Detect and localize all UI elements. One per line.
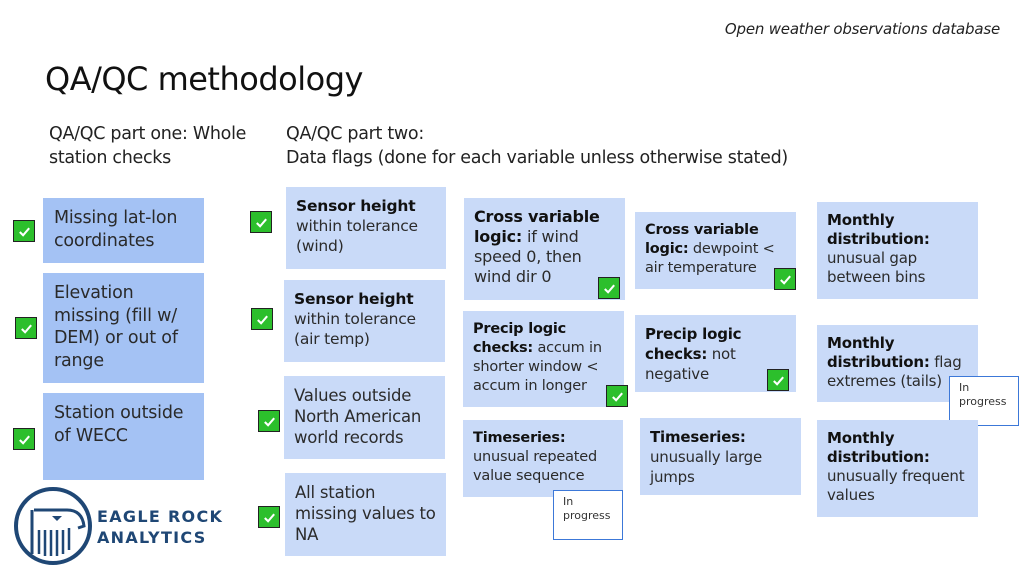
page-title: QA/QC methodology [45,60,363,98]
flag-card-world-records: Values outside North American world reco… [284,376,445,459]
check-icon [767,369,789,391]
flag-card-precip-window: Precip logic checks: accum in shorter wi… [463,311,624,407]
company-name: EAGLE ROCK ANALYTICS [97,506,223,548]
card-bold: Monthly distribution: [827,334,930,371]
logo-line1: EAGLE ROCK [97,507,224,526]
part-one-heading: QA/QC part one: Whole station checks [49,124,247,168]
check-icon [606,385,628,407]
card-bold: Timeseries: [650,428,746,446]
check-icon [258,410,280,432]
in-progress-note: In progress [553,490,623,540]
part-two-heading-line2: Data flags (done for each variable unles… [286,148,788,168]
card-text: unusual gap between bins [827,249,926,286]
card-text: unusually large jumps [650,448,763,486]
flag-card-gap-bins: Monthly distribution: unusual gap betwee… [817,202,978,299]
card-bold: Monthly distribution: [827,211,930,248]
part-two-heading-line1: QA/QC part two: [286,124,424,144]
flag-card-sensor-height-wind: Sensor height within tolerance (wind) [286,187,446,269]
check-card-wecc: Station outside of WECC [43,393,204,480]
check-icon [258,506,280,528]
flag-card-large-jumps: Timeseries: unusually large jumps [640,418,801,495]
check-icon [251,308,273,330]
check-card-lat-lon: Missing lat-lon coordinates [43,198,204,263]
flag-card-frequent-values: Monthly distribution: unusually frequent… [817,420,978,517]
flag-card-missing-values: All station missing values to NA [285,473,446,556]
card-bold: Monthly distribution: [827,429,930,466]
check-icon [598,277,620,299]
card-text: unusually frequent values [827,467,965,504]
flag-card-dewpoint: Cross variable logic: dewpoint < air tem… [635,212,796,289]
card-bold: Timeseries: [473,430,566,446]
check-icon [13,428,35,450]
part-two-heading: QA/QC part two: Data flags (done for eac… [286,122,906,170]
check-card-elevation: Elevation missing (fill w/ DEM) or out o… [43,273,204,383]
check-icon [13,220,35,242]
card-text: within tolerance (wind) [296,217,418,255]
check-icon [15,317,37,339]
logo-line2: ANALYTICS [97,528,207,547]
flag-card-sensor-height-air-temp: Sensor height within tolerance (air temp… [284,280,445,362]
card-text: unusual repeated value sequence [473,449,598,484]
deck-subtitle: Open weather observations database [724,20,1000,38]
in-progress-note: In progress [949,376,1019,426]
card-bold: Sensor height [294,290,414,308]
card-text: within tolerance (air temp) [294,310,416,348]
check-icon [774,268,796,290]
card-bold: Sensor height [296,197,416,215]
flag-card-repeated-values: Timeseries: unusual repeated value seque… [463,420,623,497]
check-icon [250,211,272,233]
